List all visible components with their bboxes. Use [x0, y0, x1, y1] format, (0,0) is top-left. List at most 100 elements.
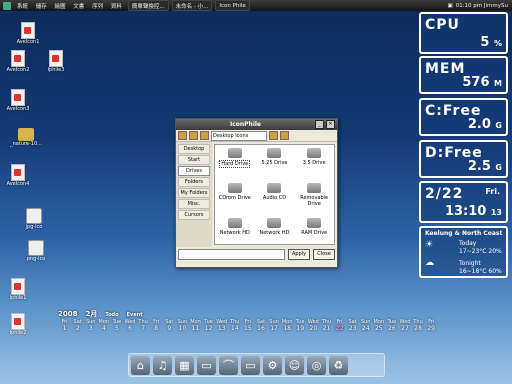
recycle-icon[interactable]: ♻ [329, 356, 348, 375]
start-icon[interactable] [3, 1, 11, 10]
people-icon[interactable]: ☺ [285, 356, 304, 375]
cal-day[interactable]: 14 [228, 325, 241, 332]
help-icon[interactable] [280, 131, 289, 140]
close-icon[interactable]: × [326, 120, 335, 129]
sidebar-item-misc[interactable]: Misc. [178, 199, 210, 209]
task-button[interactable]: 簡單聲換控... [127, 0, 169, 11]
gear-icon[interactable]: ⚙ [263, 356, 282, 375]
icon-item[interactable]: Network HD [215, 215, 255, 244]
music-icon[interactable]: ♫ [153, 356, 172, 375]
globe-icon[interactable]: ◎ [307, 356, 326, 375]
house-icon[interactable]: ⌂ [131, 356, 150, 375]
icon-item[interactable]: RAM Drive [294, 215, 334, 244]
film-icon[interactable]: ▦ [175, 356, 194, 375]
icon-item[interactable]: 5.25 Drive [255, 145, 295, 180]
system-tray: ▣ 01:10 pm JimmySu [448, 3, 512, 9]
cal-day[interactable]: 27 [398, 325, 411, 332]
sidebar: Desktop Start Drives Folders My Folders … [176, 142, 212, 247]
weather-location: Keelung & North Coast [425, 230, 503, 237]
cal-day[interactable]: 10 [176, 325, 189, 332]
sidebar-item-my-folders[interactable]: My Folders [178, 188, 210, 198]
hard-drive-icon [227, 148, 242, 158]
cal-day[interactable]: 20 [307, 325, 320, 332]
settings-icon[interactable] [269, 131, 278, 140]
icon-item[interactable]: 3.5 Drive [294, 145, 334, 180]
cal-day[interactable]: 29 [425, 325, 438, 332]
desktop-icon[interactable]: Iphile1 [0, 278, 38, 301]
cal-day[interactable]: 12 [202, 325, 215, 332]
save-icon[interactable] [189, 131, 198, 140]
menu-item[interactable]: 文書 [73, 4, 84, 10]
sidebar-item-desktop[interactable]: Desktop [178, 144, 210, 154]
cal-day[interactable]: 2 [71, 325, 84, 332]
clock[interactable]: 01:10 pm JimmySu [456, 3, 508, 9]
desktop-icon[interactable]: AveIcon4 [0, 164, 38, 187]
cal-day[interactable]: 19 [294, 325, 307, 332]
cal-day[interactable]: 8 [150, 325, 163, 332]
folder-icon[interactable]: ▭ [197, 356, 216, 375]
cal-day[interactable]: 22 [333, 325, 346, 332]
title-bar[interactable]: IconPhile _ × [176, 119, 337, 130]
desktop-icon[interactable]: AveIcon1 [8, 22, 48, 45]
menu-item[interactable]: 序列 [92, 4, 103, 10]
desktop-icon[interactable]: _nature-10... [6, 128, 46, 147]
icon-item[interactable]: Audio CD [255, 180, 295, 215]
cal-day[interactable]: 26 [385, 325, 398, 332]
tray-icon[interactable]: ▣ [448, 3, 453, 9]
cal-day[interactable]: 21 [320, 325, 333, 332]
day-label: Fri. [485, 187, 500, 196]
cal-day[interactable]: 16 [254, 325, 267, 332]
cal-day[interactable]: 4 [97, 325, 110, 332]
hat-icon[interactable]: ⌒ [219, 356, 238, 375]
task-button[interactable]: Icon Phile [215, 0, 250, 11]
cal-day[interactable]: 1 [58, 325, 71, 332]
icon-item[interactable]: Hard Drive [215, 145, 255, 180]
cal-day[interactable]: 25 [372, 325, 385, 332]
cal-day[interactable]: 3 [84, 325, 97, 332]
sidebar-item-cursors[interactable]: Cursors [178, 210, 210, 220]
sidebar-item-start[interactable]: Start [178, 155, 210, 165]
cal-day[interactable]: 11 [189, 325, 202, 332]
sidebar-item-drives[interactable]: Drives [178, 166, 210, 176]
icon-item[interactable]: Removable Drive [294, 180, 334, 215]
iconphile-window: IconPhile _ × Desktop Icons Desktop Star… [175, 118, 338, 268]
cal-day[interactable]: 9 [163, 325, 176, 332]
cal-day[interactable]: 17 [268, 325, 281, 332]
minimize-icon[interactable]: _ [315, 120, 324, 129]
monitor-icon[interactable]: ▭ [241, 356, 260, 375]
menu-item[interactable]: 繪圖 [55, 4, 66, 10]
scissors-icon[interactable] [200, 131, 209, 140]
cal-day[interactable]: 15 [241, 325, 254, 332]
folder-icon[interactable] [178, 131, 187, 140]
removable-drive-icon [307, 183, 322, 193]
cal-day[interactable]: 13 [215, 325, 228, 332]
desktop-icon[interactable]: png-ico [16, 240, 56, 262]
desktop-icon[interactable]: Iphile3 [36, 50, 76, 73]
icon-item[interactable]: CDrom Drive [215, 180, 255, 215]
cal-day[interactable]: 18 [281, 325, 294, 332]
cdrom-icon [227, 183, 242, 193]
cal-day[interactable]: 28 [412, 325, 425, 332]
menu-item[interactable]: 資料 [111, 4, 122, 10]
cal-event[interactable]: Event [127, 312, 143, 318]
desktop-icon[interactable]: jpg-ico [14, 208, 54, 230]
menu-item[interactable]: 系統 [17, 4, 28, 10]
category-dropdown[interactable]: Desktop Icons [211, 130, 267, 141]
cal-day[interactable]: 7 [137, 325, 150, 332]
apply-button[interactable]: Apply [288, 249, 310, 260]
desktop-icon[interactable]: AveIcon3 [0, 89, 38, 112]
cpu-widget: CPU 5 % [419, 12, 508, 54]
cal-todo[interactable]: Todo [105, 312, 118, 318]
sidebar-item-folders[interactable]: Folders [178, 177, 210, 187]
cal-day[interactable]: 24 [359, 325, 372, 332]
menu-item[interactable]: 儲存 [36, 4, 47, 10]
cal-day[interactable]: 23 [346, 325, 359, 332]
cal-day[interactable]: 6 [123, 325, 136, 332]
icon-item[interactable]: Network HD [255, 215, 295, 244]
desktop-icon[interactable]: Iphile2 [0, 313, 38, 336]
task-button[interactable]: 未命名 - 小... [171, 0, 213, 11]
desktop-icon[interactable]: AveIcon2 [0, 50, 38, 73]
path-field[interactable] [178, 249, 285, 260]
cal-day[interactable]: 5 [110, 325, 123, 332]
close-button[interactable]: Close [313, 249, 335, 260]
